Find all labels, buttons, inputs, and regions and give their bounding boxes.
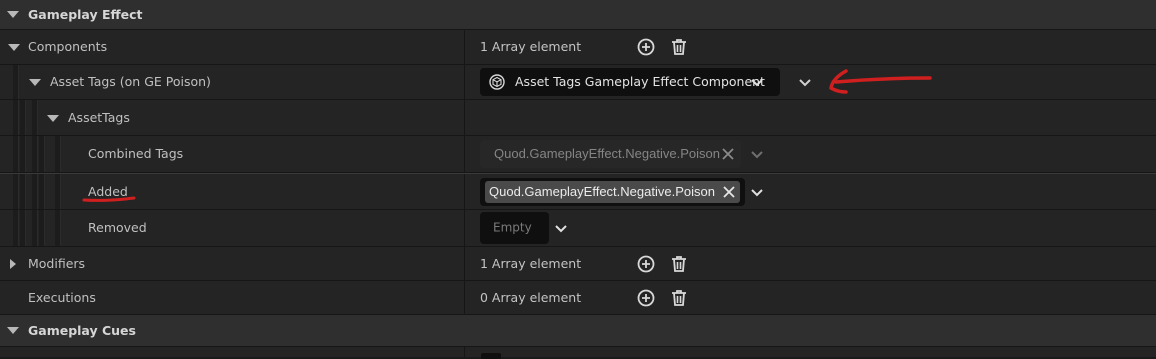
delete-all-icon[interactable]: [669, 288, 689, 308]
indent-guide: [20, 210, 26, 246]
tag-label: Quod.GameplayEffect.Negative.Poison: [489, 183, 715, 199]
property-label: Modifiers: [28, 255, 86, 271]
indent-guide: [39, 174, 45, 209]
indent-guide: [13, 136, 19, 172]
expand-arrow-icon[interactable]: [10, 258, 16, 269]
name-column: Combined Tags: [0, 136, 465, 172]
name-column: AssetTags: [0, 100, 465, 135]
indent-guide: [32, 136, 38, 172]
property-label: Added: [88, 183, 128, 199]
expand-arrow-icon[interactable]: [47, 114, 59, 122]
property-row-executions: Executions 0 Array element: [0, 281, 1156, 315]
name-column: [0, 347, 465, 357]
value-column: 1 Array element: [466, 30, 1156, 64]
property-row-components: Components 1 Array element: [0, 30, 1156, 65]
indent-guide: [20, 136, 26, 172]
property-label: Components: [28, 39, 108, 55]
array-count: 0 Array element: [480, 289, 582, 305]
property-row-combined-tags: Combined Tags Quod.GameplayEffect.Negati…: [0, 136, 1156, 173]
indent-guide: [20, 174, 26, 209]
category-title: Gameplay Effect: [28, 6, 143, 22]
category-gameplay-cues[interactable]: Gameplay Cues: [0, 315, 1156, 347]
close-icon[interactable]: [722, 185, 736, 199]
tag-chip[interactable]: Quod.GameplayEffect.Negative.Poison: [485, 180, 740, 203]
category-gameplay-effect[interactable]: Gameplay Effect: [0, 0, 1156, 30]
value-column: Empty: [466, 210, 1156, 246]
indent-guide: [55, 210, 61, 246]
indent-guide: [32, 100, 38, 135]
collapse-arrow-icon[interactable]: [7, 326, 19, 334]
indent-guide: [55, 136, 61, 172]
property-row-modifiers: Modifiers 1 Array element: [0, 247, 1156, 281]
collapse-arrow-icon[interactable]: [7, 10, 19, 18]
indent-guide: [13, 174, 19, 209]
property-label: Executions: [28, 289, 96, 305]
indent-guide: [13, 65, 19, 99]
property-label: AssetTags: [68, 109, 130, 125]
expand-chevron-icon[interactable]: [798, 78, 812, 87]
add-element-icon[interactable]: [636, 254, 656, 274]
value-column: Asset Tags Gameplay Effect Component: [466, 65, 1156, 99]
name-column: Added: [0, 174, 465, 209]
property-label: Removed: [88, 220, 147, 236]
checkbox[interactable]: [481, 353, 501, 359]
property-label: Combined Tags: [88, 146, 184, 162]
component-class-dropdown[interactable]: Asset Tags Gameplay Effect Component: [480, 68, 780, 96]
value-column: Quod.GameplayEffect.Negative.Poison: [466, 136, 1156, 172]
indent-guide: [32, 174, 38, 209]
delete-all-icon[interactable]: [669, 37, 689, 57]
expand-arrow-icon[interactable]: [8, 44, 20, 51]
add-element-icon[interactable]: [636, 288, 656, 308]
property-row-asset-tags-component: Asset Tags (on GE Poison) Asset Tags Gam…: [0, 65, 1156, 100]
array-count: 1 Array element: [480, 255, 582, 271]
property-row-partial: [0, 347, 1156, 359]
value-column: 0 Array element: [466, 281, 1156, 314]
indent-guide: [13, 100, 19, 135]
indent-guide: [39, 210, 45, 246]
chevron-down-icon: [751, 151, 763, 159]
property-row-added: Added Quod.GameplayEffect.Negative.Poiso…: [0, 173, 1156, 210]
component-cube-icon: [489, 74, 505, 90]
dropdown-label: Asset Tags Gameplay Effect Component: [515, 74, 765, 90]
indent-guide: [39, 136, 45, 172]
empty-label: Empty: [493, 220, 532, 235]
add-element-icon[interactable]: [636, 37, 656, 57]
name-column: Removed: [0, 210, 465, 246]
indent-guide: [32, 210, 38, 246]
property-label: Asset Tags (on GE Poison): [50, 74, 211, 90]
property-row-removed: Removed Empty: [0, 210, 1156, 247]
category-title: Gameplay Cues: [28, 322, 136, 338]
indent-guide: [13, 210, 19, 246]
array-count: 1 Array element: [480, 39, 582, 55]
chevron-down-icon[interactable]: [554, 224, 568, 233]
expand-arrow-icon[interactable]: [29, 79, 41, 86]
name-column: Components: [0, 30, 465, 64]
name-column: Modifiers: [0, 247, 465, 280]
tag-label: Quod.GameplayEffect.Negative.Poison: [494, 146, 720, 162]
indent-guide: [20, 100, 26, 135]
value-column: 1 Array element: [466, 247, 1156, 280]
delete-all-icon[interactable]: [669, 254, 689, 274]
name-column: Asset Tags (on GE Poison): [0, 65, 465, 99]
chevron-down-icon[interactable]: [750, 188, 764, 197]
value-column: Quod.GameplayEffect.Negative.Poison: [466, 174, 1156, 209]
empty-tag-container[interactable]: Empty: [480, 212, 549, 244]
tag-chip-disabled: Quod.GameplayEffect.Negative.Poison: [480, 140, 741, 168]
property-row-assettags: AssetTags: [0, 100, 1156, 136]
tag-container: Quod.GameplayEffect.Negative.Poison: [480, 177, 745, 206]
indent-guide: [55, 174, 61, 209]
name-column: Executions: [0, 281, 465, 314]
close-icon: [722, 148, 734, 160]
chevron-down-icon: [751, 79, 763, 87]
